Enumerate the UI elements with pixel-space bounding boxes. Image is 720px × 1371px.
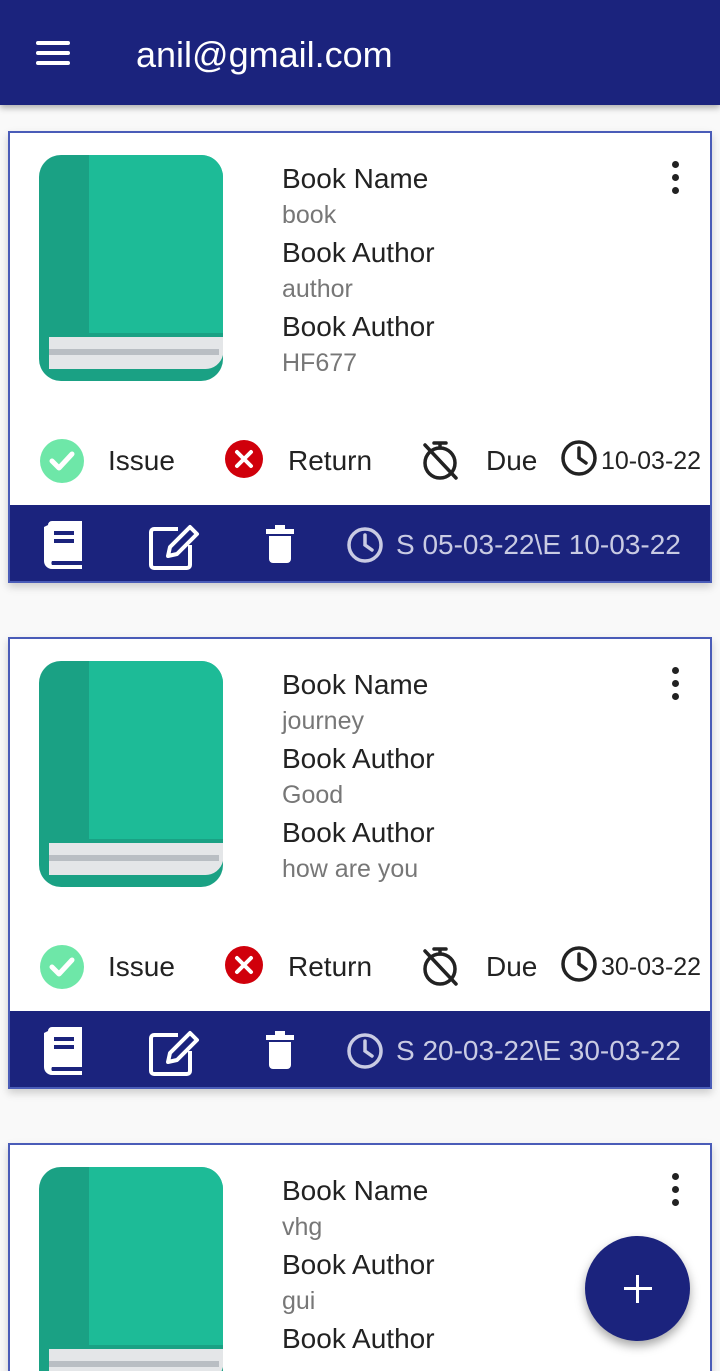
due-label: Due bbox=[486, 951, 538, 982]
status-row: Issue Return Due 30-03-22 bbox=[10, 945, 710, 989]
return-label: Return bbox=[288, 951, 373, 982]
status-row: Issue Return Due 10-03-22 bbox=[10, 439, 710, 483]
book-code-label: Book Author bbox=[282, 1323, 435, 1354]
book-name-label: Book Name bbox=[282, 669, 429, 700]
date-range-text: S 20-03-22\E 30-03-22 bbox=[396, 1035, 681, 1066]
delete-icon[interactable] bbox=[266, 525, 294, 563]
app-bar: anil@gmail.com bbox=[0, 0, 720, 105]
book-code-label: Book Author bbox=[282, 311, 435, 342]
timer-off-icon bbox=[423, 947, 458, 986]
date-range: S 05-03-22\E 10-03-22 bbox=[346, 525, 681, 565]
book-name-value: journey bbox=[282, 707, 364, 735]
book-icon bbox=[39, 1167, 223, 1371]
more-options-icon[interactable] bbox=[666, 161, 686, 195]
more-options-icon[interactable] bbox=[666, 667, 686, 701]
book-card[interactable]: Book Name book Book Author author Book A… bbox=[8, 131, 712, 583]
check-circle-icon[interactable] bbox=[40, 945, 84, 989]
due-date: 30-03-22 bbox=[601, 953, 702, 981]
card-action-bar: S 05-03-22\E 10-03-22 bbox=[10, 505, 710, 581]
book-name-value: vhg bbox=[282, 1213, 323, 1241]
issue-label: Issue bbox=[108, 445, 175, 476]
book-name-label: Book Name bbox=[282, 163, 429, 194]
timer-off-icon bbox=[423, 441, 458, 480]
clock-icon bbox=[561, 440, 597, 476]
more-options-icon[interactable] bbox=[666, 1173, 686, 1207]
book-details-icon[interactable] bbox=[42, 1027, 86, 1075]
cancel-circle-icon[interactable] bbox=[224, 439, 264, 479]
menu-icon[interactable] bbox=[30, 33, 76, 73]
book-code-value: how are you bbox=[282, 855, 419, 883]
book-author-value: Good bbox=[282, 781, 344, 809]
cancel-circle-icon[interactable] bbox=[224, 945, 264, 985]
book-icon bbox=[39, 155, 223, 381]
book-code-label: Book Author bbox=[282, 817, 435, 848]
due-date: 10-03-22 bbox=[601, 447, 702, 475]
card-action-bar: S 20-03-22\E 30-03-22 bbox=[10, 1011, 710, 1087]
return-label: Return bbox=[288, 445, 373, 476]
edit-icon[interactable] bbox=[148, 521, 200, 571]
book-name-value: book bbox=[282, 201, 337, 229]
date-range-text: S 05-03-22\E 10-03-22 bbox=[396, 529, 681, 560]
issue-label: Issue bbox=[108, 951, 175, 982]
check-circle-icon[interactable] bbox=[40, 439, 84, 483]
book-name-label: Book Name bbox=[282, 1175, 429, 1206]
book-details-icon[interactable] bbox=[42, 521, 86, 569]
edit-icon[interactable] bbox=[148, 1027, 200, 1077]
book-code-value: HF677 bbox=[282, 349, 358, 377]
delete-icon[interactable] bbox=[266, 1031, 294, 1069]
book-icon bbox=[39, 661, 223, 887]
add-book-button[interactable] bbox=[585, 1236, 690, 1341]
clock-icon bbox=[561, 946, 597, 982]
book-author-value: author bbox=[282, 275, 353, 303]
clock-icon bbox=[347, 1033, 383, 1069]
book-author-label: Book Author bbox=[282, 237, 435, 268]
book-author-label: Book Author bbox=[282, 743, 435, 774]
page-title: anil@gmail.com bbox=[136, 34, 393, 75]
date-range: S 20-03-22\E 30-03-22 bbox=[346, 1031, 681, 1071]
book-card[interactable]: Book Name journey Book Author Good Book … bbox=[8, 637, 712, 1089]
due-label: Due bbox=[486, 445, 538, 476]
clock-icon bbox=[347, 527, 383, 563]
